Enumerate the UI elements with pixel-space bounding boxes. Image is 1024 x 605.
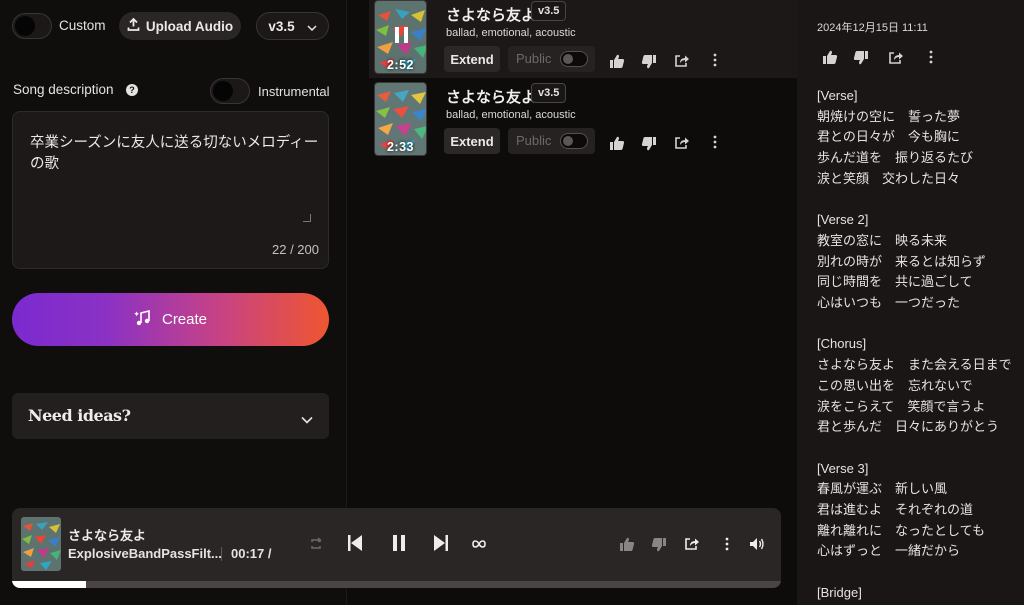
public-toggle-button[interactable]: Public [508,46,595,72]
thumbs-down-icon[interactable] [649,534,669,554]
thumbs-up-icon[interactable] [617,534,637,554]
custom-toggle[interactable] [12,13,52,39]
upload-audio-label: Upload Audio [145,18,234,34]
share-icon[interactable] [682,533,702,553]
thumbs-up-icon[interactable] [820,47,840,67]
progress-bar[interactable] [12,581,781,588]
public-label: Public [516,133,552,148]
loop-icon[interactable] [469,534,489,554]
created-date: 2024年12月15日 11:11 [817,22,928,34]
song-description-label: Song description [13,82,114,97]
previous-track-icon[interactable] [345,533,365,553]
need-ideas-accordion[interactable]: Need ideas? [12,393,329,439]
need-ideas-label: Need ideas? [28,406,131,425]
repeat-icon[interactable] [306,534,326,554]
version-badge: v3.5 [531,1,567,21]
song-row[interactable]: 2:33 さよなら友よ v3.5 ballad, emotional, acou… [369,80,798,160]
song-description-text[interactable]: 卒業シーズンに友人に送る切ないメロディーの歌 [30,131,328,173]
song-title[interactable]: さよなら友よ [446,4,536,25]
char-counter: 22 / 200 [272,242,319,257]
song-duration: 2:33 [386,140,415,154]
public-toggle-button[interactable]: Public [508,128,595,154]
thumbs-up-icon[interactable] [607,51,627,71]
instrumental-label: Instrumental [258,84,330,99]
song-tags[interactable]: ballad, emotional, acoustic [446,109,576,121]
share-icon[interactable] [672,50,692,70]
share-icon[interactable] [886,47,906,67]
now-playing-artist[interactable]: ExplosiveBandPassFilt... [68,546,222,561]
pause-icon[interactable] [389,533,409,553]
song-cover[interactable]: 2:52 [374,0,427,74]
chevron-down-icon [301,411,313,429]
thumbs-down-icon[interactable] [851,47,871,67]
create-button[interactable]: Create [12,293,329,346]
song-description-field[interactable]: 卒業シーズンに友人に送る切ないメロディーの歌 22 / 200 [12,111,329,269]
more-options-icon[interactable] [705,50,725,70]
version-select[interactable]: v3.5 [256,12,329,40]
next-track-icon[interactable] [431,533,451,553]
song-detail-panel: 2024年12月15日 11:11 [Verse] 朝焼けの空に 誓った夢 君と… [797,0,1024,605]
song-row[interactable]: 2:52 さよなら友よ v3.5 ballad, emotional, acou… [369,0,798,78]
version-value: v3.5 [268,18,295,34]
custom-label: Custom [59,18,106,33]
player-bar: さよなら友よ ExplosiveBandPassFilt... 00:17 / [12,508,781,588]
version-badge: v3.5 [531,83,567,103]
more-options-icon[interactable] [705,132,725,152]
resize-handle[interactable] [303,214,311,222]
thumbs-down-icon[interactable] [639,51,659,71]
progress-fill [12,581,86,588]
more-options-icon[interactable] [717,534,737,554]
song-duration: 2:52 [386,58,415,72]
separator [221,547,222,561]
thumbs-up-icon[interactable] [607,133,627,153]
lyrics-text: [Verse] 朝焼けの空に 誓った夢 君との日々が 今も胸に 歩んだ道を 振り… [817,88,1012,600]
song-tags[interactable]: ballad, emotional, acoustic [446,27,576,39]
thumbs-down-icon[interactable] [639,133,659,153]
public-toggle[interactable] [560,51,588,67]
extend-button[interactable]: Extend [444,46,500,72]
music-note-icon [134,309,152,331]
volume-icon[interactable] [747,534,767,554]
song-cover[interactable]: 2:33 [374,82,427,156]
song-title[interactable]: さよなら友よ [446,86,536,107]
upload-icon [127,17,140,34]
chevron-down-icon [307,19,317,34]
extend-button[interactable]: Extend [444,128,500,154]
public-toggle[interactable] [560,133,588,149]
now-playing-cover[interactable] [21,517,61,571]
more-options-icon[interactable] [921,47,941,67]
share-icon[interactable] [672,132,692,152]
now-playing-title[interactable]: さよなら友よ [68,525,146,544]
upload-audio-button[interactable]: Upload Audio [119,12,241,40]
instrumental-toggle[interactable] [210,78,250,104]
question-circle-icon[interactable]: ? [126,84,138,96]
playback-time: 00:17 / [231,546,272,561]
public-label: Public [516,51,552,66]
create-label: Create [161,311,208,328]
